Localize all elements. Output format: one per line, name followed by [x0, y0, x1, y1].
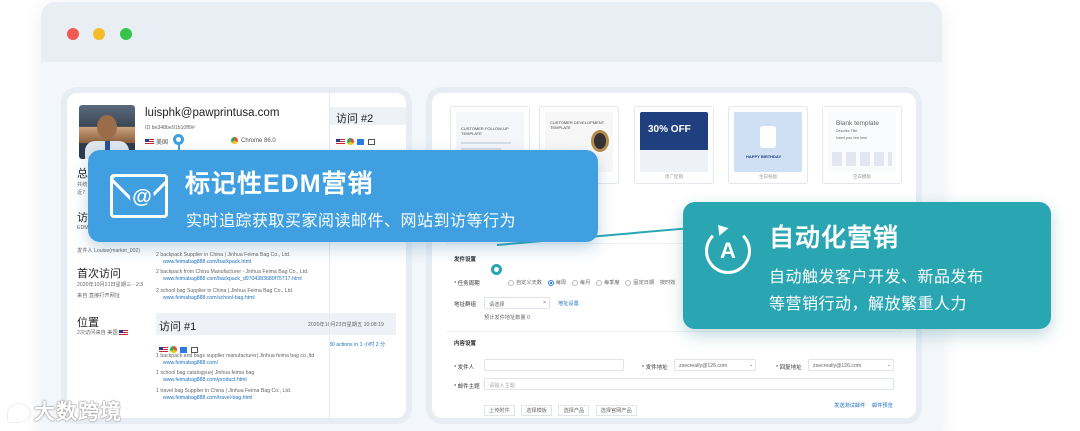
list-item[interactable]: 1 travel bag Supplier in China | Jinhua …	[156, 388, 291, 394]
list-item[interactable]: 2 backpack Supplier in China | Jinhua Fe…	[156, 252, 290, 258]
chrome-icon	[347, 138, 354, 146]
mail-icon: @	[110, 174, 168, 218]
reply-address-label: * 回复地址	[776, 365, 802, 371]
preview-link[interactable]: 邮件预览	[872, 402, 893, 409]
period-option[interactable]: 固定日期	[625, 279, 654, 286]
address-settings-link[interactable]: 地址设置	[558, 300, 579, 307]
period-option[interactable]: 每周	[547, 279, 566, 286]
automation-callout-line1: 自动触发客户开发、新品发布	[769, 269, 984, 286]
send-test-link[interactable]: 发送测试邮件	[834, 402, 865, 409]
choose-product-button[interactable]: 选择产品	[558, 405, 590, 416]
template-card[interactable]: Blank template Describe Title Insert you…	[822, 106, 902, 184]
list-item[interactable]: 1 backpack and bags supplier manufacture…	[156, 353, 314, 359]
visitor-profile-panel: luisphk@pawprintusa.com ID be348be91b10f…	[67, 93, 406, 418]
period-option[interactable]: 每季度	[596, 279, 620, 286]
visitor-browser: Chrome 86.0	[231, 137, 276, 144]
period-option[interactable]: 每月	[571, 279, 590, 286]
visitor-country: 美国	[145, 137, 168, 146]
task-period-label: * 任务周期	[454, 281, 480, 287]
send-settings-title: 发件设置	[454, 257, 477, 263]
edm-connector-dot	[173, 134, 184, 145]
chrome-icon	[231, 137, 238, 144]
address-group-label: 地址群组	[454, 302, 477, 308]
chevron-down-icon: ⌄	[887, 362, 892, 368]
upload-attachment-button[interactable]: 上传附件	[484, 405, 515, 416]
from-address-label: * 发件地址	[642, 365, 668, 371]
browser-titlebar	[41, 2, 942, 62]
visit-2-column: 访问 #2	[329, 93, 406, 418]
period-option[interactable]: 自定义天数	[508, 279, 542, 286]
windows-icon	[357, 138, 364, 145]
windows-icon	[180, 346, 187, 353]
window-maximize-button[interactable]	[120, 28, 132, 40]
list-item[interactable]: 2 backpack from China Manufacturer - Jin…	[156, 269, 309, 275]
edm-callout-title: 标记性EDM营销	[185, 170, 374, 198]
period-option[interactable]: 按时效	[660, 280, 676, 286]
automation-callout-title: 自动化营销	[769, 224, 900, 252]
watermark: 大数跨境	[8, 396, 122, 426]
window-minimize-button[interactable]	[93, 28, 105, 40]
choose-template-button[interactable]: 选择模板	[521, 405, 552, 416]
choose-site-product-button[interactable]: 选择官网产品	[595, 405, 637, 416]
desktop-icon	[368, 138, 375, 145]
clear-icon: ×	[543, 300, 547, 306]
auto-connector-dot	[491, 264, 502, 275]
edm-callout-subtitle: 实时追踪获取买家阅读邮件、网站到访等行为	[186, 213, 517, 230]
address-group-select[interactable]: 请选择 ×	[484, 297, 550, 309]
visitor-email: luisphk@pawprintusa.com	[145, 107, 280, 119]
list-item[interactable]: 1 school bag catalogyue| Jinhua feima ba…	[156, 370, 254, 376]
content-settings-title: 内容设置	[454, 341, 477, 347]
list-item[interactable]: 2 school bag Supplier in China | Jinhua …	[156, 288, 293, 294]
chevron-down-icon: ⌄	[749, 362, 754, 368]
visit-2-icons	[336, 133, 379, 151]
sender-label: * 发件人	[454, 365, 475, 371]
sender-input[interactable]	[484, 359, 624, 371]
location-detail: 2次访问来自 美国	[77, 329, 130, 336]
period-options: 自定义天数 每周 每月 每季度 固定日期 按时效	[508, 279, 675, 286]
automation-callout: A 自动化营销 自动触发客户开发、新品发布 等营销行动，解放繁重人力	[683, 202, 1051, 329]
desktop-icon	[191, 346, 198, 353]
subject-label: * 邮件主题	[454, 384, 480, 390]
edm-callout: @ 标记性EDM营销 实时追踪获取买家阅读邮件、网站到访等行为	[88, 150, 598, 242]
template-card[interactable]: HAPPY BIRTHDAY 生日祝福	[728, 106, 808, 184]
reply-address-select[interactable]: zsecreally@126.com ⌄	[808, 359, 894, 371]
subject-input[interactable]: 请输入主题	[484, 378, 894, 390]
watermark-logo-icon	[8, 404, 30, 423]
address-hint: 预计发件地址数量 0	[484, 315, 530, 321]
automation-callout-line2: 等营销行动，解放繁重人力	[769, 296, 968, 313]
content-toolbar: 上传附件 选择模板 选择产品 选择官网产品	[484, 399, 637, 417]
visit-2-header: 访问 #2	[330, 107, 406, 125]
location-heading: 位置	[77, 317, 99, 329]
first-visit-heading: 首次访问	[77, 268, 121, 280]
visitor-id: ID be348be91b10ff9#	[145, 125, 195, 131]
template-card[interactable]: 30% OFF 黑广促销	[634, 106, 714, 184]
stage: luisphk@pawprintusa.com ID be348be91b10f…	[0, 0, 1080, 431]
from-address-select[interactable]: zsecreally@126.com ⌄	[674, 359, 756, 371]
window-close-button[interactable]	[67, 28, 79, 40]
automation-cycle-icon: A	[705, 221, 751, 274]
